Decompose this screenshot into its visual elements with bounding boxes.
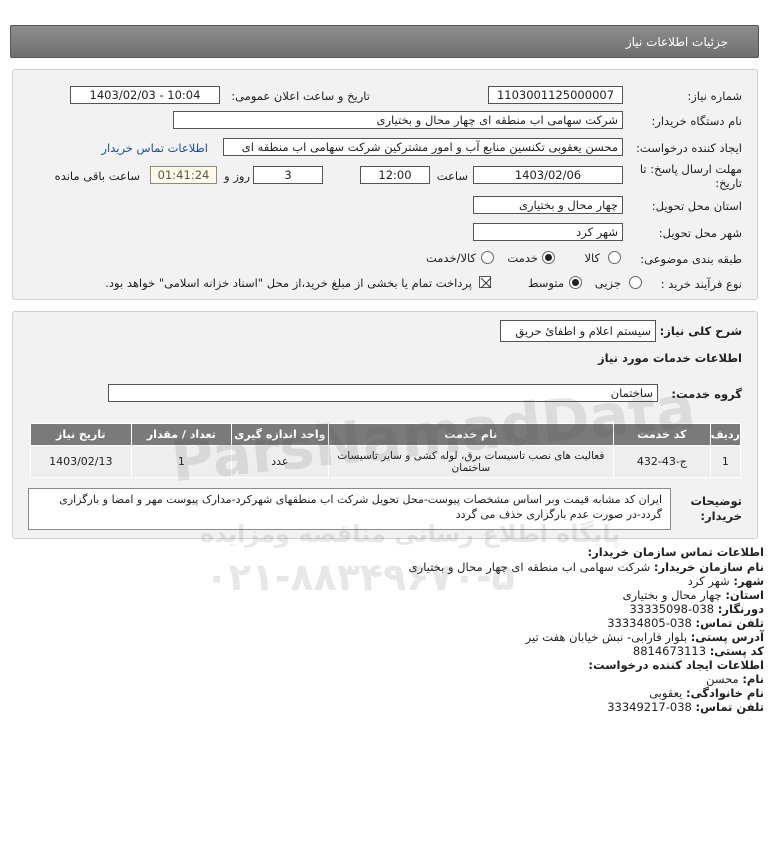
contact-postal-row: کد پستی: 8814673113	[632, 644, 764, 658]
contact-section-title: اطلاعات تماس سازمان خریدار:	[587, 545, 764, 559]
page-header: جزئیات اطلاعات نیاز	[10, 25, 759, 58]
category-label: طبقه بندی موضوعی:	[640, 252, 742, 266]
creator-phone-row: تلفن تماس: 038-33349217	[607, 700, 764, 714]
announce-label: تاریخ و ساعت اعلان عمومی:	[231, 89, 370, 103]
cell-need-date: 1403/02/13	[30, 445, 132, 478]
process-label: نوع فرآیند خرید :	[660, 277, 742, 291]
page-title: جزئیات اطلاعات نیاز	[625, 35, 728, 49]
remaining-label: ساعت باقی مانده	[54, 169, 140, 183]
contact-phone-row: تلفن تماس: 038-33334805	[607, 616, 764, 630]
buyer-notes-label: توضیحات خریدار:	[690, 494, 743, 523]
category-option-goods: کالا	[584, 251, 600, 265]
col-unit: واحد اندازه گیری	[231, 423, 329, 446]
service-group-label: گروه خدمت:	[671, 387, 742, 401]
contact-fax-row: دورنگار: 038-33335098	[629, 602, 764, 616]
cell-quantity: 1	[130, 445, 233, 478]
creator-field: محسن یعقوبی تکنسین منابع آب و امور مشترک…	[223, 138, 623, 156]
contact-org-row: نام سازمان خریدار: شرکت سهامی اب منطقه ا…	[408, 560, 764, 574]
cell-unit: عدد	[231, 445, 329, 478]
services-table: ردیف کد خدمت نام خدمت واحد اندازه گیری ت…	[30, 423, 742, 478]
cell-service-name: فعالیت های نصب تاسیسات برق، لوله کشی و س…	[327, 445, 615, 478]
process-radio-medium[interactable]	[569, 276, 582, 289]
table-header-row: ردیف کد خدمت نام خدمت واحد اندازه گیری ت…	[30, 423, 742, 446]
process-option-minor: جزیی	[594, 276, 621, 290]
category-radio-service[interactable]	[542, 251, 555, 264]
days-field: 3	[253, 166, 323, 184]
process-option-medium: متوسط	[527, 276, 564, 290]
buyer-notes-box: ایران کد مشابه قیمت وبر اساس مشخصات پیوس…	[28, 488, 671, 530]
announce-field: 1403/02/03 - 10:04	[70, 86, 220, 104]
check-mark-icon	[480, 277, 492, 289]
general-desc-field: سیستم اعلام و اطفائ حریق	[500, 320, 656, 342]
contact-section: اطلاعات تماس سازمان خریدار: نام سازمان خ…	[0, 545, 770, 835]
province-field: چهار محال و بختیاری	[473, 196, 623, 214]
remaining-timer: 01:41:24	[150, 166, 217, 184]
col-need-date: تاریخ نیاز	[30, 423, 132, 446]
need-number-field: 1103001125000007	[488, 86, 623, 104]
category-radio-goods[interactable]	[608, 251, 621, 264]
deadline-label: مهلت ارسال پاسخ: تا تاریخ:	[639, 162, 742, 190]
creator-section-title: اطلاعات ایجاد کننده درخواست:	[588, 658, 764, 672]
creator-last-name-row: نام خانوادگی: یعقوبی	[649, 686, 764, 700]
treasury-payment-note: پرداخت تمام یا بخشی از مبلغ خرید،از محل …	[105, 276, 472, 290]
province-label: استان محل تحویل:	[651, 199, 742, 213]
deadline-date-field: 1403/02/06	[473, 166, 623, 184]
deadline-time-label: ساعت	[436, 169, 468, 183]
contact-address-row: آدرس پستی: بلوار فارابی- نبش خیابان هفت …	[525, 630, 764, 644]
cell-service-code: ج-43-432	[613, 445, 711, 478]
category-radio-goods-service[interactable]	[481, 251, 494, 264]
cell-row: 1	[709, 445, 742, 478]
need-number-label: شماره نیاز:	[687, 89, 742, 103]
days-label: روز و	[224, 169, 250, 183]
treasury-payment-checkbox[interactable]	[479, 276, 492, 289]
contact-province-row: استان: چهار محال و بختیاری	[622, 588, 764, 602]
service-group-field: ساختمان	[108, 384, 658, 402]
buyer-contact-link[interactable]: اطلاعات تماس خریدار	[101, 141, 208, 155]
category-option-goods-service: کالا/خدمت	[425, 251, 476, 265]
creator-first-name-row: نام: محسن	[706, 672, 764, 686]
col-row: ردیف	[709, 423, 742, 446]
buyer-org-label: نام دستگاه خریدار:	[651, 114, 742, 128]
buyer-org-field: شرکت سهامی اب منطقه ای چهار محال و بختیا…	[173, 111, 623, 129]
general-desc-label: شرح کلی نیاز:	[659, 324, 742, 338]
col-service-name: نام خدمت	[327, 423, 615, 446]
city-field: شهر کرد	[473, 223, 623, 241]
creator-label: ایجاد کننده درخواست:	[636, 141, 742, 155]
col-quantity: تعداد / مقدار	[130, 423, 233, 446]
city-label: شهر محل تحویل:	[658, 226, 742, 240]
deadline-time-field: 12:00	[360, 166, 430, 184]
col-service-code: کد خدمت	[613, 423, 711, 446]
contact-city-row: شهر: شهر کرد	[687, 574, 764, 588]
process-radio-minor[interactable]	[629, 276, 642, 289]
category-option-service: خدمت	[507, 251, 538, 265]
services-heading: اطلاعات خدمات مورد نیاز	[598, 351, 742, 365]
table-row: 1 ج-43-432 فعالیت های نصب تاسیسات برق، ل…	[30, 445, 742, 478]
